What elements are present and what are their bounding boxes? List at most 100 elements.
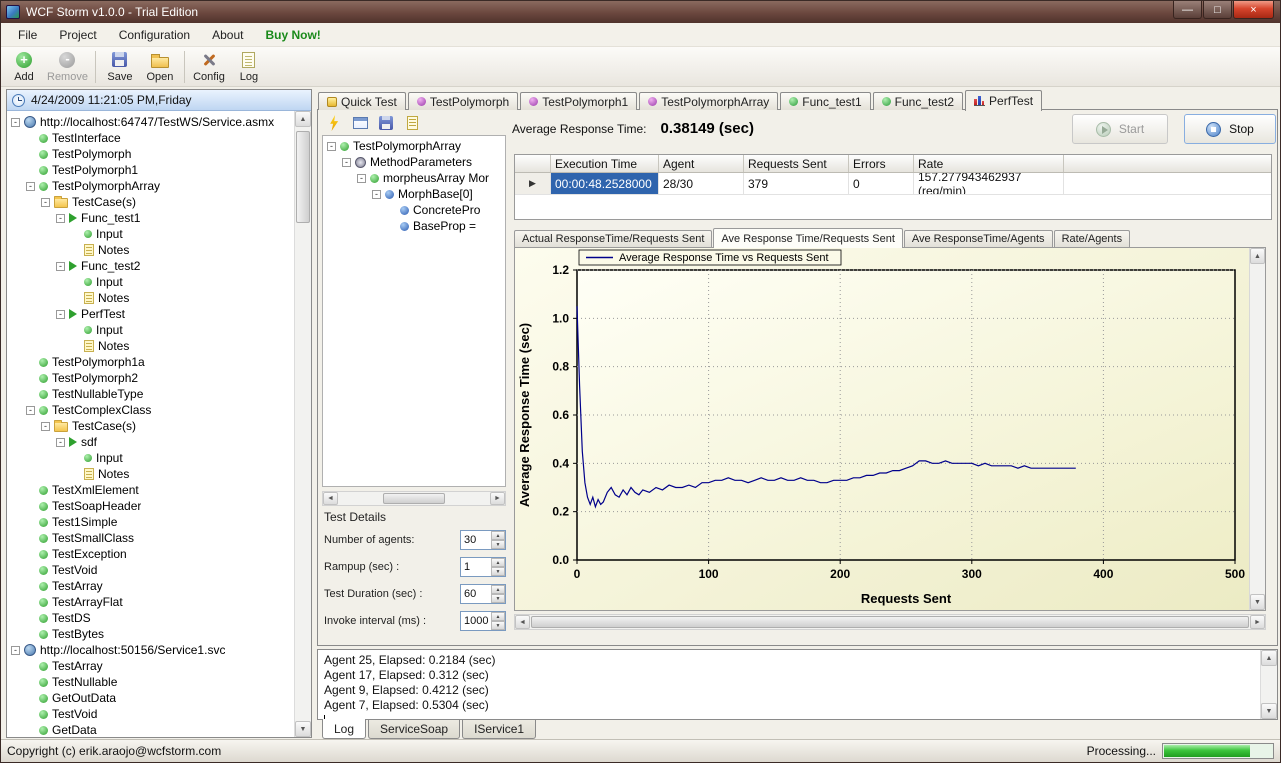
tree-item[interactable]: -MorphBase[0]: [323, 186, 505, 202]
tree-item[interactable]: GetOutData: [7, 690, 294, 706]
start-button[interactable]: Start: [1072, 114, 1168, 144]
tree-item[interactable]: TestArray: [7, 578, 294, 594]
menu-item-about[interactable]: About: [201, 24, 254, 46]
tree-item[interactable]: TestArray: [7, 658, 294, 674]
grid-cell[interactable]: 0: [849, 173, 914, 194]
tree-item[interactable]: -http://localhost:50156/Service1.svc: [7, 642, 294, 658]
scroll-down-icon[interactable]: ▼: [295, 721, 311, 737]
tree-item[interactable]: -TestCase(s): [7, 418, 294, 434]
menu-item-project[interactable]: Project: [48, 24, 107, 46]
scroll-left-icon[interactable]: ◄: [323, 492, 338, 505]
open-button[interactable]: Open: [140, 48, 180, 86]
collapse-icon[interactable]: -: [26, 182, 35, 191]
number-of-agents-input[interactable]: 30▲▼: [460, 530, 506, 550]
grid-column-header[interactable]: Agent: [659, 155, 744, 172]
tree-item[interactable]: TestPolymorph2: [7, 370, 294, 386]
grid-icon[interactable]: [350, 114, 370, 132]
grid-cell[interactable]: 00:00:48.2528000: [551, 173, 659, 194]
export-icon[interactable]: [402, 114, 422, 132]
tree-item[interactable]: TestPolymorph: [7, 146, 294, 162]
collapse-icon[interactable]: -: [26, 406, 35, 415]
scrollbar-thumb[interactable]: [531, 616, 1249, 628]
log-scrollbar[interactable]: ▲ ▼: [1260, 650, 1277, 719]
tree-item[interactable]: BaseProp =: [323, 218, 505, 234]
chart-tab-rate-agents[interactable]: Rate/Agents: [1054, 230, 1131, 247]
tree-item[interactable]: -http://localhost:64747/TestWS/Service.a…: [7, 114, 294, 130]
tab-testpolymorph1[interactable]: TestPolymorph1: [520, 92, 637, 110]
service-tree-scrollbar[interactable]: ▲ ▼: [294, 111, 311, 737]
tab-quick-test[interactable]: Quick Test: [318, 92, 406, 110]
tree-item[interactable]: TestBytes: [7, 626, 294, 642]
collapse-icon[interactable]: -: [56, 438, 65, 447]
log-button[interactable]: Log: [229, 48, 269, 86]
tree-item[interactable]: -PerfTest: [7, 306, 294, 322]
spin-down-icon[interactable]: ▼: [491, 540, 505, 549]
tree-item[interactable]: TestPolymorph1a: [7, 354, 294, 370]
run-icon[interactable]: [324, 114, 344, 132]
grid-row-selector[interactable]: ▶: [515, 173, 551, 194]
scroll-up-icon[interactable]: ▲: [295, 111, 311, 127]
tree-item[interactable]: -MethodParameters: [323, 154, 505, 170]
tree-item[interactable]: TestXmlElement: [7, 482, 294, 498]
scrollbar-thumb[interactable]: [383, 493, 445, 504]
spin-down-icon[interactable]: ▼: [491, 567, 505, 576]
collapse-icon[interactable]: -: [56, 262, 65, 271]
menu-item-file[interactable]: File: [7, 24, 48, 46]
tree-item[interactable]: -sdf: [7, 434, 294, 450]
grid-cell[interactable]: 379: [744, 173, 849, 194]
test-duration-sec-input[interactable]: 60▲▼: [460, 584, 506, 604]
scroll-up-icon[interactable]: ▲: [1250, 248, 1265, 264]
grid-cell[interactable]: 28/30: [659, 173, 744, 194]
scroll-left-icon[interactable]: ◄: [515, 615, 530, 629]
tree-item[interactable]: Notes: [7, 242, 294, 258]
rampup-sec-input[interactable]: 1▲▼: [460, 557, 506, 577]
tree-item[interactable]: TestException: [7, 546, 294, 562]
collapse-icon[interactable]: -: [357, 174, 366, 183]
grid-column-header[interactable]: Execution Time: [551, 155, 659, 172]
invoke-interval-ms-input[interactable]: 1000▲▼: [460, 611, 506, 631]
tree-item[interactable]: TestPolymorph1: [7, 162, 294, 178]
tab-func-test1[interactable]: Func_test1: [780, 92, 870, 110]
close-button[interactable]: ×: [1233, 1, 1274, 19]
tree-item[interactable]: Notes: [7, 466, 294, 482]
tree-item[interactable]: Input: [7, 274, 294, 290]
chart-tab-ave-responsetime-agents[interactable]: Ave ResponseTime/Agents: [904, 230, 1053, 247]
minimize-button[interactable]: —: [1173, 1, 1202, 19]
tree-item[interactable]: TestVoid: [7, 562, 294, 578]
log-tab-iservice1[interactable]: IService1: [462, 720, 536, 739]
scroll-down-icon[interactable]: ▼: [1250, 594, 1265, 610]
collapse-icon[interactable]: -: [327, 142, 336, 151]
log-output[interactable]: Agent 25, Elapsed: 0.2184 (sec)Agent 17,…: [317, 649, 1278, 720]
grid-data-row[interactable]: ▶00:00:48.252800028/303790157.2779434629…: [515, 173, 1271, 195]
spin-up-icon[interactable]: ▲: [491, 612, 505, 621]
add-button[interactable]: Add: [4, 48, 44, 86]
chart-tab-ave-response-time-requests-sent[interactable]: Ave Response Time/Requests Sent: [713, 228, 902, 248]
collapse-icon[interactable]: -: [342, 158, 351, 167]
grid-column-header[interactable]: Requests Sent: [744, 155, 849, 172]
tree-item[interactable]: -TestCase(s): [7, 194, 294, 210]
tree-item[interactable]: TestSmallClass: [7, 530, 294, 546]
stop-button[interactable]: Stop: [1184, 114, 1276, 144]
tab-perftest[interactable]: PerfTest: [965, 90, 1042, 111]
chart-horizontal-scrollbar[interactable]: ◄ ►: [514, 614, 1266, 630]
maximize-button[interactable]: □: [1203, 1, 1232, 19]
config-button[interactable]: Config: [189, 48, 229, 86]
tree-item[interactable]: -Func_test1: [7, 210, 294, 226]
tree-item[interactable]: GetData: [7, 722, 294, 737]
tree-item[interactable]: TestArrayFlat: [7, 594, 294, 610]
tree-item[interactable]: Input: [7, 322, 294, 338]
tree-item[interactable]: TestNullable: [7, 674, 294, 690]
tree-item[interactable]: Test1Simple: [7, 514, 294, 530]
tree-item[interactable]: Input: [7, 226, 294, 242]
spin-up-icon[interactable]: ▲: [491, 585, 505, 594]
collapse-icon[interactable]: -: [56, 214, 65, 223]
collapse-icon[interactable]: -: [372, 190, 381, 199]
spin-up-icon[interactable]: ▲: [491, 558, 505, 567]
spin-down-icon[interactable]: ▼: [491, 621, 505, 630]
spin-up-icon[interactable]: ▲: [491, 531, 505, 540]
log-tab-servicesoap[interactable]: ServiceSoap: [368, 720, 460, 739]
tree-item[interactable]: TestVoid: [7, 706, 294, 722]
scroll-right-icon[interactable]: ►: [490, 492, 505, 505]
collapse-icon[interactable]: -: [41, 422, 50, 431]
tree-item[interactable]: TestNullableType: [7, 386, 294, 402]
